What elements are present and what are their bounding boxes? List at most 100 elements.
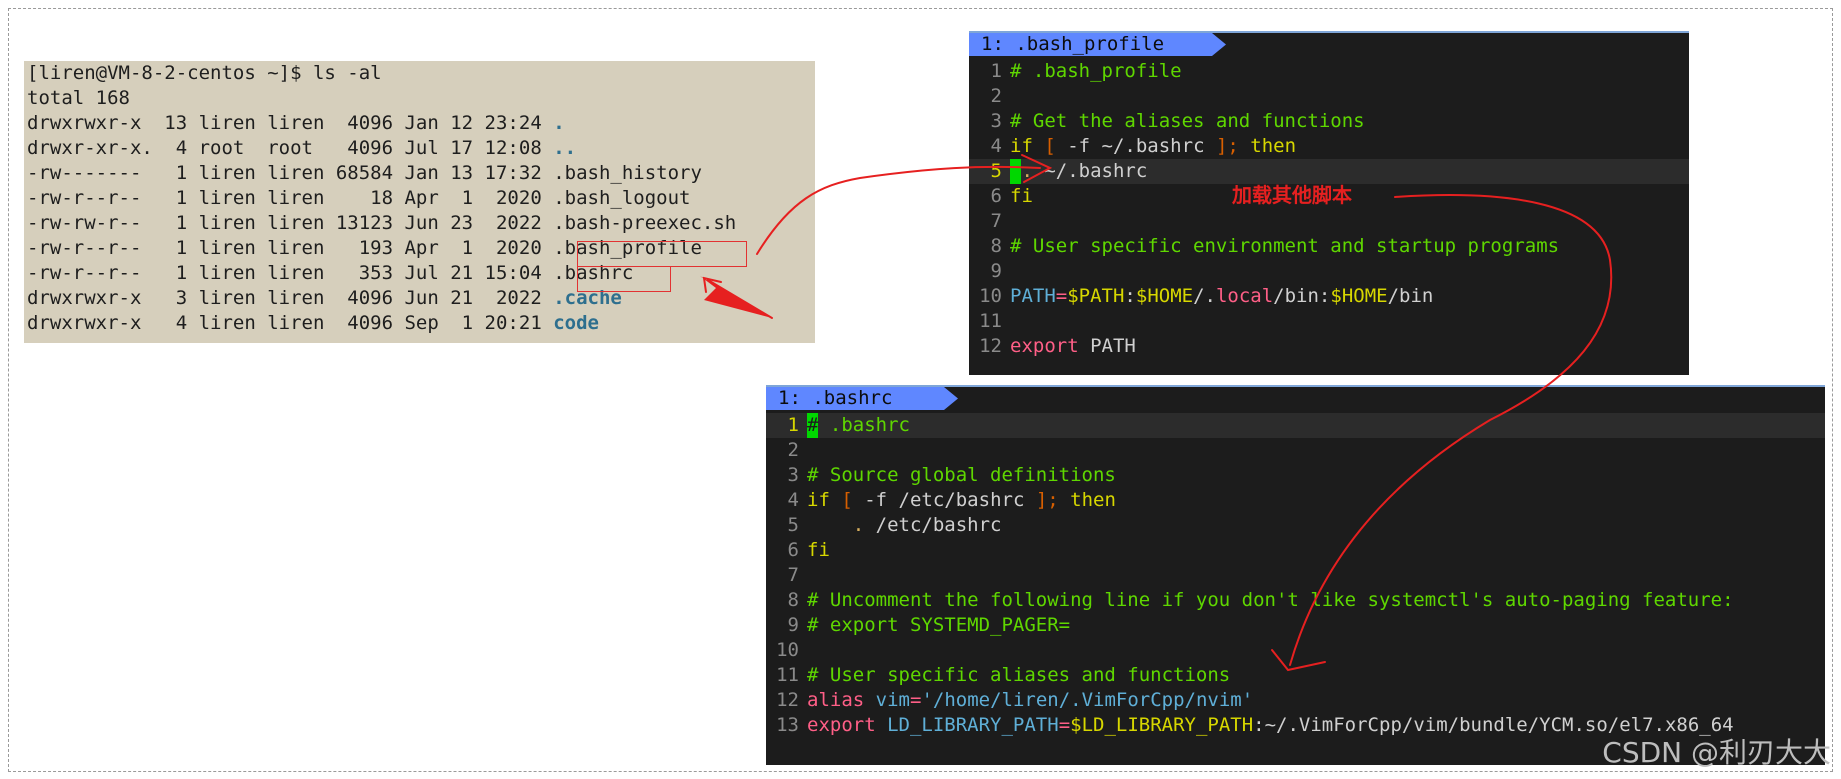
line-number: 12 bbox=[776, 689, 799, 711]
code-line: 5 . /etc/bashrc bbox=[766, 513, 1825, 538]
vim-window-bashrc: 1: .bashrc 1 # .bashrc 2 3 # Source global… bbox=[766, 385, 1825, 765]
keyword: local bbox=[1215, 285, 1274, 307]
listing-meta: -rw-r--r-- 1 liren liren 18 Apr 1 2020 bbox=[27, 187, 554, 209]
variable: LD_LIBRARY_PATH bbox=[887, 714, 1059, 736]
code-line: 3 # Get the aliases and functions bbox=[969, 109, 1689, 134]
line-number: 13 bbox=[776, 714, 799, 736]
code-line: 6 fi bbox=[766, 538, 1825, 563]
keyword: then bbox=[1070, 489, 1116, 511]
watermark: CSDN @利刃大大 bbox=[1602, 736, 1831, 769]
code-line: 4 if [ -f ~/.bashrc ]; then bbox=[969, 134, 1689, 159]
code-line: 11 # User specific aliases and functions bbox=[766, 663, 1825, 688]
line-number: 8 bbox=[787, 589, 799, 611]
line-number: 2 bbox=[990, 85, 1002, 107]
line-number: 9 bbox=[787, 614, 799, 636]
listing-row: drwxrwxr-x 13 liren liren 4096 Jan 12 23… bbox=[27, 111, 565, 136]
listing-meta: total 168 bbox=[27, 87, 130, 109]
code-text: -f /etc/bashrc bbox=[852, 489, 1036, 511]
line-number: 2 bbox=[787, 439, 799, 461]
listing-meta: drwxr-xr-x. 4 root root 4096 Jul 17 12:0… bbox=[27, 137, 554, 159]
bracket: ]; bbox=[1035, 489, 1059, 511]
variable: vim bbox=[875, 689, 910, 711]
code-line: 9 # export SYSTEMD_PAGER= bbox=[766, 613, 1825, 638]
line-number: 11 bbox=[776, 664, 799, 686]
variable-ref: $LD_LIBRARY_PATH bbox=[1070, 714, 1254, 736]
text-cursor bbox=[1010, 159, 1022, 184]
variable-ref: $PATH bbox=[1067, 285, 1125, 307]
line-number: 10 bbox=[776, 639, 799, 661]
code-line: 3 # Source global definitions bbox=[766, 463, 1825, 488]
code-line: 10 bbox=[766, 638, 1825, 663]
file-name: code bbox=[553, 312, 599, 334]
variable: PATH bbox=[1010, 285, 1056, 307]
listing-row: drwxrwxr-x 3 liren liren 4096 Jun 21 202… bbox=[27, 286, 622, 311]
command-line: [liren@VM-8-2-centos ~]$ ls -al bbox=[27, 61, 382, 86]
string: '/home/liren/.VimForCpp/nvim' bbox=[921, 689, 1254, 711]
code-line: 7 bbox=[969, 209, 1689, 234]
line-number: 3 bbox=[787, 464, 799, 486]
operator: = bbox=[909, 689, 922, 711]
line-number: 5 bbox=[787, 514, 799, 536]
code-line: 8 # Uncomment the following line if you d… bbox=[766, 588, 1825, 613]
line-number: 7 bbox=[787, 564, 799, 586]
bracket: [ bbox=[1044, 135, 1056, 157]
comment: # .bash_profile bbox=[1010, 60, 1182, 82]
keyword: if bbox=[807, 489, 830, 511]
operator: = bbox=[1055, 285, 1068, 307]
line-number: 10 bbox=[979, 285, 1002, 307]
line-number: 1 bbox=[990, 60, 1002, 82]
line-number: 11 bbox=[979, 310, 1002, 332]
file-name: .bash-preexec.sh bbox=[553, 212, 737, 234]
keyword: fi bbox=[807, 539, 830, 561]
comment: # Get the aliases and functions bbox=[1010, 110, 1365, 132]
operator: = bbox=[1058, 714, 1071, 736]
line-number: 4 bbox=[990, 135, 1002, 157]
listing-meta: [liren@VM-8-2-centos ~]$ ls -al bbox=[27, 62, 382, 84]
line-number: 9 bbox=[990, 260, 1002, 282]
keyword: alias bbox=[807, 689, 865, 711]
comment: # export SYSTEMD_PAGER= bbox=[807, 614, 1071, 636]
comment: # Uncomment the following line if you do… bbox=[807, 589, 1734, 611]
keyword: export bbox=[807, 714, 876, 736]
listing-meta: -rw-r--r-- 1 liren liren 353 Jul 21 15:0… bbox=[27, 262, 554, 284]
code-line-current: 1 # .bashrc bbox=[766, 413, 1825, 438]
code-line: 9 bbox=[969, 259, 1689, 284]
code-line: 11 bbox=[969, 309, 1689, 334]
code-line: 1 # .bash_profile bbox=[969, 59, 1689, 84]
line-number: 5 bbox=[990, 160, 1002, 182]
code-text: /. bbox=[1193, 285, 1216, 307]
code-line: 8 # User specific environment and startup… bbox=[969, 234, 1689, 259]
code-text: /bin bbox=[1387, 285, 1434, 307]
keyword: export bbox=[1010, 335, 1079, 357]
vim-top-border bbox=[766, 385, 1825, 387]
comment: .bashrc bbox=[818, 414, 910, 436]
comment: # User specific aliases and functions bbox=[807, 664, 1231, 686]
tab-bashrc[interactable]: 1: .bashrc bbox=[766, 387, 958, 410]
dot-source: . bbox=[852, 514, 865, 536]
bracket: ]; bbox=[1215, 135, 1239, 157]
listing-meta: -rw-rw-r-- 1 liren liren 13123 Jun 23 20… bbox=[27, 212, 554, 234]
line-number: 3 bbox=[990, 110, 1002, 132]
code-text: /etc/bashrc bbox=[864, 514, 1002, 536]
tab-bash-profile[interactable]: 1: .bash_profile bbox=[969, 33, 1226, 56]
listing-row: drwxr-xr-x. 4 root root 4096 Jul 17 12:0… bbox=[27, 136, 576, 161]
comment: # User specific environment and startup … bbox=[1010, 235, 1560, 257]
code-text: /bin: bbox=[1273, 285, 1331, 307]
code-line: 12 alias vim='/home/liren/.VimForCpp/nvim… bbox=[766, 688, 1825, 713]
variable-ref: $HOME bbox=[1135, 285, 1194, 307]
listing-row: -rw------- 1 liren liren 68584 Jan 13 17… bbox=[27, 161, 702, 186]
comment: # Source global definitions bbox=[807, 464, 1116, 486]
code-line: 2 bbox=[766, 438, 1825, 463]
bracket: [ bbox=[841, 489, 853, 511]
line-number: 6 bbox=[990, 185, 1002, 207]
variable-ref: $HOME bbox=[1330, 285, 1388, 307]
terminal-ls-output: [liren@VM-8-2-centos ~]$ ls -al total 168… bbox=[24, 61, 815, 343]
listing-row: total 168 bbox=[27, 86, 130, 111]
line-number: 8 bbox=[990, 235, 1002, 257]
keyword: if bbox=[1010, 135, 1033, 157]
file-name: .bash_logout bbox=[553, 187, 691, 209]
listing-row: drwxrwxr-x 4 liren liren 4096 Sep 1 20:2… bbox=[27, 311, 599, 336]
line-number: 7 bbox=[990, 210, 1002, 232]
code-line: 10 PATH=$PATH:$HOME/.local/bin:$HOME/bin bbox=[969, 284, 1689, 309]
line-number: 12 bbox=[979, 335, 1002, 357]
